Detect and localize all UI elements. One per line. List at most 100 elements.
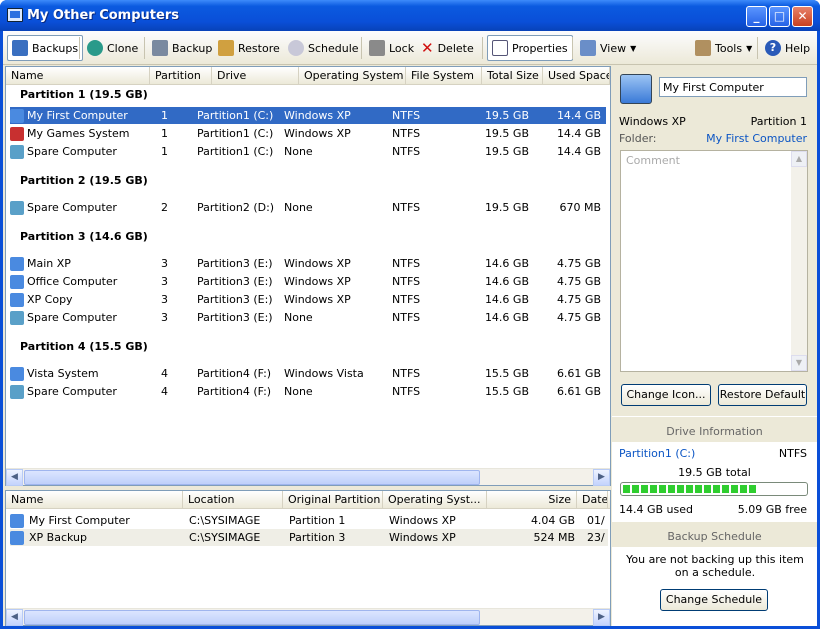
minimize-button[interactable]: _	[746, 6, 767, 27]
close-button[interactable]: ✕	[792, 6, 813, 27]
backups-list-header: Name Location Original Partition Operating …	[6, 491, 610, 509]
change-schedule-button[interactable]: Change Schedule	[660, 589, 768, 611]
cell-total: 19.5 GB	[484, 127, 529, 140]
backups-icon	[12, 40, 28, 56]
drive-info-section: Partition1 (C:) NTFS 19.5 GB total 14.4 …	[612, 442, 817, 522]
scroll-up-arrow[interactable]: ▲	[791, 151, 807, 167]
maximize-button[interactable]: □	[769, 6, 790, 27]
drive-link[interactable]: Partition1 (C:)	[619, 447, 695, 460]
cell-fs: NTFS	[392, 293, 421, 306]
computer-row[interactable]: My First Computer 1 Partition1 (C:) Windows…	[10, 107, 606, 124]
chevron-down-icon: ▼	[630, 43, 637, 53]
column-header[interactable]: File System	[406, 67, 482, 85]
spare-computer-icon	[10, 384, 24, 399]
app-window: My Other Computers _ □ ✕ Backups Clone B…	[0, 0, 820, 629]
restore-label: Restore	[238, 41, 280, 55]
free-label: 5.09 GB free	[737, 503, 807, 516]
computer-row[interactable]: My Games System 1 Partition1 (C:) Windows X…	[10, 125, 606, 142]
cell-fs: NTFS	[392, 109, 421, 122]
column-header[interactable]: Name	[6, 491, 183, 509]
computers-list[interactable]: Name Partition Drive Operating System File S…	[5, 66, 611, 486]
cell-os: Windows XP	[284, 275, 351, 288]
cell-partition: 3	[161, 257, 168, 270]
computer-row[interactable]: Spare Computer 2 Partition2 (D:) None NTFS 19…	[10, 199, 606, 216]
chevron-down-icon: ▼	[746, 43, 753, 53]
view-menu[interactable]: View ▼	[576, 35, 640, 61]
column-header[interactable]: Location	[183, 491, 283, 509]
column-header[interactable]: Operating Syst...	[383, 491, 487, 509]
backup-row[interactable]: My First Computer C:\SYSIMAGE Partition 1 W…	[10, 512, 608, 529]
column-header[interactable]: Drive	[212, 67, 299, 85]
computer-row[interactable]: Spare Computer 1 Partition1 (C:) None NTFS 19…	[10, 143, 606, 160]
scroll-right-arrow[interactable]: ▶	[593, 469, 610, 486]
cell-drive: Partition4 (F:)	[197, 385, 272, 398]
cell-partition: 1	[161, 127, 168, 140]
computer-row[interactable]: Vista System 4 Partition4 (F:) Windows Vist…	[10, 365, 606, 382]
backup-button[interactable]: Backup	[148, 35, 216, 61]
cell-drive: Partition1 (C:)	[197, 145, 274, 158]
backup-label: Backup	[172, 41, 213, 55]
scroll-left-arrow[interactable]: ◀	[6, 609, 23, 626]
cell-fs: NTFS	[392, 127, 421, 140]
lock-button[interactable]: Lock	[365, 35, 418, 61]
cell-used: 14.4 GB	[556, 127, 601, 140]
cell-fs: NTFS	[392, 145, 421, 158]
computer-row[interactable]: XP Copy 3 Partition3 (E:) Windows XP NTFS 14.…	[10, 291, 606, 308]
delete-button[interactable]: ✕ Delete	[417, 35, 478, 61]
properties-button[interactable]: Properties	[487, 35, 573, 61]
column-header[interactable]: Partition	[150, 67, 212, 85]
cell-size: 524 MB	[533, 531, 575, 544]
cell-name: Spare Computer	[27, 145, 117, 158]
computer-row[interactable]: Spare Computer 3 Partition3 (E:) None NTFS 14…	[10, 309, 606, 326]
computer-row[interactable]: Office Computer 3 Partition3 (E:) Windows X…	[10, 273, 606, 290]
change-icon-button[interactable]: Change Icon...	[621, 384, 711, 406]
scroll-left-arrow[interactable]: ◀	[6, 469, 23, 486]
clone-icon	[87, 40, 103, 56]
computer-icon	[10, 108, 24, 123]
cell-partition: 2	[161, 201, 168, 214]
backup-row[interactable]: XP Backup C:\SYSIMAGE Partition 3 Windows X…	[10, 529, 608, 546]
cell-partition: Partition 1	[289, 514, 346, 527]
computer-icon	[10, 256, 24, 271]
cell-total: 15.5 GB	[484, 385, 529, 398]
view-icon	[580, 40, 596, 56]
app-icon	[7, 8, 23, 22]
cell-os: Windows XP	[389, 514, 456, 527]
drive-total: 19.5 GB total	[678, 466, 751, 479]
column-header[interactable]: Operating System	[299, 67, 406, 85]
schedule-section: You are not backing up this item on a sc…	[612, 547, 817, 626]
column-header[interactable]: Used Space	[543, 67, 610, 85]
restore-default-button[interactable]: Restore Default	[718, 384, 807, 406]
scroll-down-arrow[interactable]: ▼	[791, 355, 807, 371]
scroll-right-arrow[interactable]: ▶	[593, 609, 610, 626]
column-header[interactable]: Size	[487, 491, 577, 509]
schedule-label: Schedule	[308, 41, 359, 55]
comment-scrollbar[interactable]: ▲ ▼	[791, 151, 807, 371]
partition-label: Partition 1	[750, 115, 807, 128]
tools-menu[interactable]: Tools ▼	[691, 35, 756, 61]
restore-button[interactable]: Restore	[214, 35, 284, 61]
computer-row[interactable]: Main XP 3 Partition3 (E:) Windows XP NTFS 14.…	[10, 255, 606, 272]
title-bar[interactable]: My Other Computers _ □ ✕	[0, 0, 820, 31]
clone-button[interactable]: Clone	[83, 35, 142, 61]
computer-row[interactable]: Spare Computer 4 Partition4 (F:) None NTFS 15…	[10, 383, 606, 400]
column-header[interactable]: Date	[577, 491, 608, 509]
comment-box[interactable]: Comment ▲ ▼	[620, 150, 808, 372]
cell-used: 6.61 GB	[556, 385, 601, 398]
help-button[interactable]: ? Help	[761, 35, 814, 61]
scroll-thumb[interactable]	[24, 610, 480, 625]
scroll-thumb[interactable]	[24, 470, 480, 485]
backups-button[interactable]: Backups	[7, 35, 84, 61]
column-header[interactable]: Name	[6, 67, 150, 85]
folder-link[interactable]: My First Computer	[706, 132, 807, 145]
computer-name-input[interactable]	[659, 77, 807, 97]
column-header[interactable]: Original Partition	[283, 491, 383, 509]
column-header[interactable]: Total Size	[482, 67, 543, 85]
backups-list[interactable]: Name Location Original Partition Operating …	[5, 490, 611, 626]
horizontal-scrollbar[interactable]: ◀ ▶	[6, 468, 610, 486]
cell-partition: 1	[161, 145, 168, 158]
horizontal-scrollbar-bottom[interactable]: ◀ ▶	[6, 608, 610, 626]
schedule-button[interactable]: Schedule	[284, 35, 363, 61]
os-label: Windows XP	[619, 115, 686, 128]
folder-label: Folder:	[619, 132, 657, 145]
